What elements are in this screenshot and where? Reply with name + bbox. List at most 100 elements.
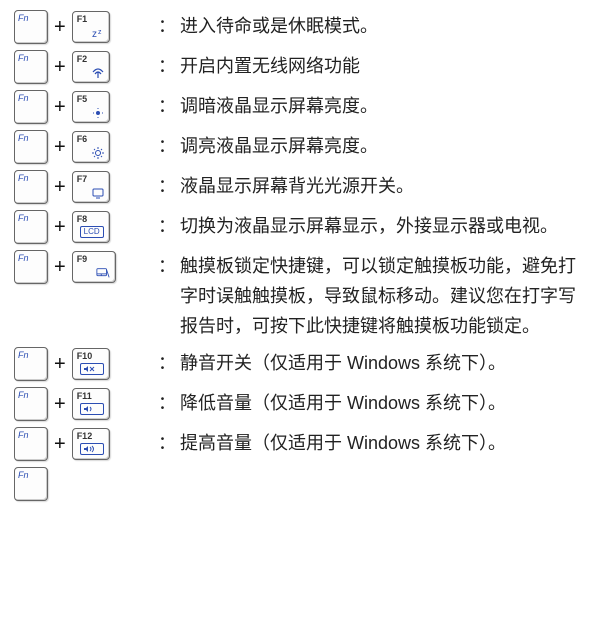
- f6-key: F6: [72, 131, 110, 163]
- description: 液晶显示屏幕背光光源开关。: [180, 170, 586, 201]
- colon: ：: [158, 387, 176, 419]
- touchpad-lock-icon: [96, 267, 110, 279]
- plus-sign: +: [54, 348, 66, 380]
- fn-key-label: Fn: [18, 133, 29, 143]
- fn-key-label: Fn: [18, 173, 29, 183]
- description: 提高音量（仅适用于 Windows 系统下）。: [180, 427, 586, 458]
- key-combo: Fn: [14, 467, 154, 501]
- plus-sign: +: [54, 251, 66, 283]
- f-key-label: F5: [77, 94, 88, 104]
- key-combo: Fn + F7: [14, 170, 154, 204]
- f-key-label: F12: [77, 431, 93, 441]
- description: 调亮液晶显示屏幕亮度。: [180, 130, 586, 161]
- f11-key: F11: [72, 388, 110, 420]
- hotkey-row: Fn + F8 LCD ： 切换为液晶显示屏幕显示，外接显示器或电视。: [14, 210, 586, 244]
- fn-key-label: Fn: [18, 253, 29, 263]
- colon: ：: [158, 10, 176, 42]
- fn-key: Fn: [14, 10, 48, 44]
- hotkey-row: Fn + F2 ： 开启内置无线网络功能: [14, 50, 586, 84]
- fn-key-label: Fn: [18, 213, 29, 223]
- description: 降低音量（仅适用于 Windows 系统下）。: [180, 387, 586, 418]
- f2-key: F2: [72, 51, 110, 83]
- fn-key-label: Fn: [18, 470, 29, 480]
- description: 开启内置无线网络功能: [180, 50, 586, 81]
- key-combo: Fn + F9: [14, 250, 154, 284]
- f12-key: F12: [72, 428, 110, 460]
- f-key-label: F8: [77, 214, 88, 224]
- hotkey-row: Fn + F11 ： 降低音量（仅适用于 Windows 系统下）。: [14, 387, 586, 421]
- description: 切换为液晶显示屏幕显示，外接显示器或电视。: [180, 210, 586, 241]
- key-combo: Fn + F8 LCD: [14, 210, 154, 244]
- key-combo: Fn + F6: [14, 130, 154, 164]
- fn-key: Fn: [14, 210, 48, 244]
- hotkey-row: Fn + F6 ： 调亮液晶显示屏幕亮度。: [14, 130, 586, 164]
- svg-text:z: z: [98, 29, 102, 36]
- f-key-label: F10: [77, 351, 93, 361]
- hotkey-row: Fn + F7 ： 液晶显示屏幕背光光源开关。: [14, 170, 586, 204]
- f7-key: F7: [72, 171, 110, 203]
- plus-sign: +: [54, 91, 66, 123]
- fn-key-label: Fn: [18, 13, 29, 23]
- hotkey-row-partial: Fn: [14, 467, 586, 501]
- colon: ：: [158, 50, 176, 82]
- svg-text:z: z: [92, 29, 97, 39]
- display-switch-icon: LCD: [80, 226, 104, 238]
- fn-key: Fn: [14, 387, 48, 421]
- plus-sign: +: [54, 11, 66, 43]
- f5-key: F5: [72, 91, 110, 123]
- fn-key: Fn: [14, 250, 48, 284]
- fn-key-label: Fn: [18, 430, 29, 440]
- hotkey-row: Fn + F12 ： 提高音量（仅适用于 Windows 系统下）。: [14, 427, 586, 461]
- description: 调暗液晶显示屏幕亮度。: [180, 90, 586, 121]
- description: 静音开关（仅适用于 Windows 系统下）。: [180, 347, 586, 378]
- brightness-up-icon: [91, 147, 105, 159]
- colon: ：: [158, 170, 176, 202]
- hotkey-row: Fn + F1 zz ： 进入待命或是休眠模式。: [14, 10, 586, 44]
- description: 触摸板锁定快捷键，可以锁定触摸板功能，避免打字时误触触摸板，导致鼠标移动。建议您…: [180, 250, 586, 341]
- fn-key-label: Fn: [18, 350, 29, 360]
- sleep-icon: zz: [91, 27, 105, 39]
- lcd-backlight-icon: [91, 187, 105, 199]
- volume-down-icon: [80, 403, 104, 415]
- volume-up-icon: [80, 443, 104, 455]
- fn-key-label: Fn: [18, 93, 29, 103]
- f-key-label: F2: [77, 54, 88, 64]
- fn-key: Fn: [14, 170, 48, 204]
- plus-sign: +: [54, 428, 66, 460]
- f-key-label: F11: [77, 391, 92, 401]
- key-combo: Fn + F12: [14, 427, 154, 461]
- hotkey-row: Fn + F5 ： 调暗液晶显示屏幕亮度。: [14, 90, 586, 124]
- key-combo: Fn + F11: [14, 387, 154, 421]
- hotkey-row: Fn + F10 ： 静音开关（仅适用于 Windows 系统下）。: [14, 347, 586, 381]
- fn-key: Fn: [14, 347, 48, 381]
- key-combo: Fn + F2: [14, 50, 154, 84]
- colon: ：: [158, 347, 176, 379]
- fn-key-label: Fn: [18, 53, 29, 63]
- description: 进入待命或是休眠模式。: [180, 10, 586, 41]
- mute-icon: [80, 363, 104, 375]
- colon: ：: [158, 90, 176, 122]
- fn-key: Fn: [14, 90, 48, 124]
- f-key-label: F6: [77, 134, 88, 144]
- plus-sign: +: [54, 131, 66, 163]
- f-key-label: F9: [77, 254, 88, 264]
- fn-key: Fn: [14, 50, 48, 84]
- key-combo: Fn + F1 zz: [14, 10, 154, 44]
- fn-key: Fn: [14, 467, 48, 501]
- fn-key: Fn: [14, 130, 48, 164]
- key-combo: Fn + F10: [14, 347, 154, 381]
- colon: ：: [158, 210, 176, 242]
- plus-sign: +: [54, 171, 66, 203]
- f10-key: F10: [72, 348, 110, 380]
- colon: ：: [158, 130, 176, 162]
- f9-key: F9: [72, 251, 116, 283]
- plus-sign: +: [54, 388, 66, 420]
- fn-key-label: Fn: [18, 390, 29, 400]
- f1-key: F1 zz: [72, 11, 110, 43]
- brightness-down-icon: [91, 107, 105, 119]
- f8-key: F8 LCD: [72, 211, 110, 243]
- f-key-label: F7: [77, 174, 88, 184]
- fn-key: Fn: [14, 427, 48, 461]
- f-key-label: F1: [77, 14, 88, 24]
- key-combo: Fn + F5: [14, 90, 154, 124]
